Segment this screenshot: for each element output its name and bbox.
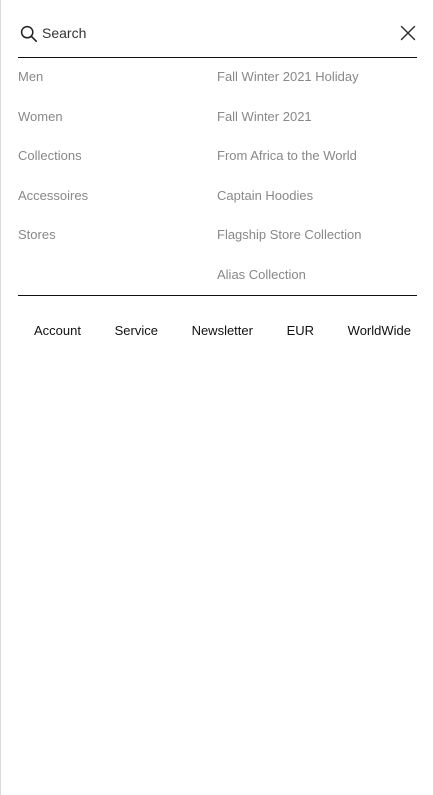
menu-item-accessoires[interactable]: Accessoires xyxy=(18,176,217,216)
menu-column-main: Men Women Collections Accessoires Stores xyxy=(18,57,217,255)
main-category-list: Men Women Collections Accessoires Stores xyxy=(18,57,217,255)
menu-item-men[interactable]: Men xyxy=(18,57,217,97)
newsletter-link[interactable]: Newsletter xyxy=(192,323,253,338)
menu: Men Women Collections Accessoires Stores… xyxy=(18,57,417,296)
region-selector[interactable]: WorldWide xyxy=(348,323,411,338)
menu-item-stores[interactable]: Stores xyxy=(18,215,217,255)
menu-item-fall-winter-2021-holiday[interactable]: Fall Winter 2021 Holiday xyxy=(217,57,417,97)
close-button[interactable] xyxy=(397,22,419,44)
account-link[interactable]: Account xyxy=(34,323,81,338)
currency-selector[interactable]: EUR xyxy=(287,323,314,338)
menu-item-from-africa-to-the-world[interactable]: From Africa to the World xyxy=(217,136,417,176)
search-icon[interactable] xyxy=(20,25,38,43)
search-bar xyxy=(18,10,417,58)
collection-list: Fall Winter 2021 Holiday Fall Winter 202… xyxy=(217,57,417,294)
menu-item-flagship-store-collection[interactable]: Flagship Store Collection xyxy=(217,215,417,255)
menu-column-collections: Fall Winter 2021 Holiday Fall Winter 202… xyxy=(217,57,417,294)
menu-item-alias-collection[interactable]: Alias Collection xyxy=(217,255,417,295)
close-icon xyxy=(400,25,416,40)
menu-item-captain-hoodies[interactable]: Captain Hoodies xyxy=(217,176,417,216)
menu-item-fall-winter-2021[interactable]: Fall Winter 2021 xyxy=(217,97,417,137)
navigation-panel: Men Women Collections Accessoires Stores… xyxy=(0,0,434,795)
menu-item-women[interactable]: Women xyxy=(18,97,217,137)
footer-links: Account Service Newsletter EUR WorldWide xyxy=(18,296,417,366)
search-input[interactable] xyxy=(38,14,397,51)
menu-item-collections[interactable]: Collections xyxy=(18,136,217,176)
service-link[interactable]: Service xyxy=(115,323,158,338)
